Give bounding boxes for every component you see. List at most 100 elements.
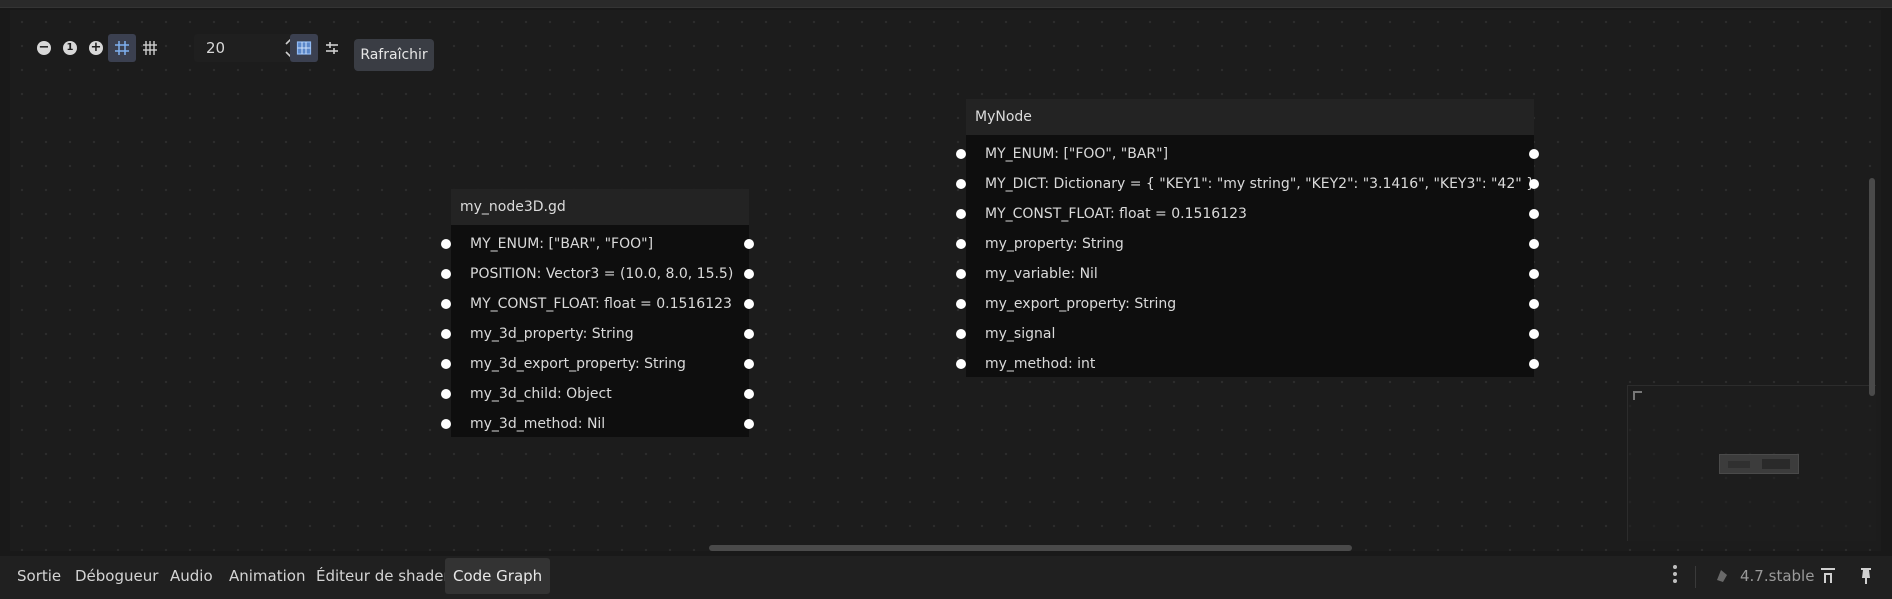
- graph-toolbar: − 1 + 20 Rafraîchir: [24, 22, 434, 71]
- output-port[interactable]: [744, 329, 754, 339]
- arrange-nodes-button[interactable]: [318, 34, 346, 62]
- node-title[interactable]: my_node3D.gd: [451, 189, 749, 225]
- tab-editeur-de-shader[interactable]: Éditeur de shader: [308, 558, 458, 594]
- zoom-out-button[interactable]: −: [30, 34, 58, 62]
- output-port[interactable]: [1529, 269, 1539, 279]
- input-port[interactable]: [956, 239, 966, 249]
- more-options-icon[interactable]: [1673, 565, 1677, 587]
- expand-panel-icon[interactable]: [1818, 566, 1838, 586]
- row-label: my_property: String: [985, 236, 1124, 252]
- row-label: my_method: int: [985, 356, 1096, 372]
- output-port[interactable]: [1529, 149, 1539, 159]
- node-row: my_3d_export_property: String: [441, 349, 754, 379]
- grid-pattern-button[interactable]: [136, 34, 164, 62]
- row-label: MY_CONST_FLOAT: float = 0.1516123: [470, 296, 732, 312]
- tab-sortie[interactable]: Sortie: [9, 558, 69, 594]
- input-port[interactable]: [441, 269, 451, 279]
- refresh-button[interactable]: Rafraîchir: [354, 39, 434, 71]
- zoom-in-button[interactable]: +: [82, 34, 110, 62]
- version-label: 4.7.stable: [1740, 567, 1815, 585]
- graph-node-my-node3d[interactable]: my_node3D.gd MY_ENUM: ["BAR", "FOO"] POS…: [441, 189, 754, 439]
- row-label: my_3d_export_property: String: [470, 356, 686, 372]
- node-row: my_method: int: [956, 349, 1539, 379]
- input-port[interactable]: [441, 329, 451, 339]
- zoom-reset-button[interactable]: 1: [56, 34, 84, 62]
- row-label: MY_ENUM: ["BAR", "FOO"]: [470, 236, 654, 252]
- output-port[interactable]: [1529, 329, 1539, 339]
- output-port[interactable]: [1529, 179, 1539, 189]
- input-port[interactable]: [956, 179, 966, 189]
- output-port[interactable]: [1529, 209, 1539, 219]
- snap-grid-icon: [115, 41, 129, 55]
- zoom-reset-label: 1: [63, 41, 77, 55]
- snap-distance-spinbox[interactable]: 20: [194, 34, 299, 62]
- minus-circle-icon: −: [37, 40, 51, 55]
- node-row: MY_ENUM: ["FOO", "BAR"]: [956, 139, 1539, 169]
- output-port[interactable]: [1529, 359, 1539, 369]
- output-port[interactable]: [744, 419, 754, 429]
- node-row: my_variable: Nil: [956, 259, 1539, 289]
- tab-animation[interactable]: Animation: [221, 558, 313, 594]
- graph-panel[interactable]: − 1 + 20 Rafraîchir my_node3D.gd MY_ENUM…: [10, 10, 1881, 551]
- output-port[interactable]: [744, 389, 754, 399]
- node-title[interactable]: MyNode: [966, 99, 1534, 135]
- tab-debogueur[interactable]: Débogueur: [67, 558, 166, 594]
- input-port[interactable]: [956, 299, 966, 309]
- row-label: my_export_property: String: [985, 296, 1177, 312]
- separator: [1695, 566, 1696, 588]
- input-port[interactable]: [441, 419, 451, 429]
- node-row: my_3d_property: String: [441, 319, 754, 349]
- bell-icon[interactable]: [1712, 566, 1732, 586]
- input-port[interactable]: [441, 299, 451, 309]
- pin-icon[interactable]: [1856, 566, 1876, 586]
- input-port[interactable]: [956, 149, 966, 159]
- output-port[interactable]: [1529, 239, 1539, 249]
- node-row: MY_CONST_FLOAT: float = 0.1516123: [956, 199, 1539, 229]
- row-label: my_3d_method: Nil: [470, 416, 606, 432]
- minimap-resize-handle[interactable]: [1633, 391, 1642, 400]
- input-port[interactable]: [956, 269, 966, 279]
- node-row: MY_DICT: Dictionary = { "KEY1": "my stri…: [956, 169, 1539, 199]
- output-port[interactable]: [744, 269, 754, 279]
- node-row: POSITION: Vector3 = (10.0, 8.0, 15.5): [441, 259, 754, 289]
- node-row: my_3d_child: Object: [441, 379, 754, 409]
- node-row: my_export_property: String: [956, 289, 1539, 319]
- node-row: my_signal: [956, 319, 1539, 349]
- minimap-node: [1719, 454, 1799, 474]
- tab-audio[interactable]: Audio: [162, 558, 221, 594]
- row-label: my_3d_child: Object: [470, 386, 612, 402]
- grid-icon: [143, 41, 157, 55]
- input-port[interactable]: [956, 329, 966, 339]
- input-port[interactable]: [441, 359, 451, 369]
- node-row: MY_CONST_FLOAT: float = 0.1516123: [441, 289, 754, 319]
- tab-code-graph[interactable]: Code Graph: [445, 558, 551, 594]
- graph-node-mynode[interactable]: MyNode MY_ENUM: ["FOO", "BAR"] MY_DICT: …: [956, 99, 1539, 379]
- output-port[interactable]: [744, 359, 754, 369]
- horizontal-scrollbar[interactable]: [709, 545, 1352, 551]
- output-port[interactable]: [1529, 299, 1539, 309]
- row-label: my_variable: Nil: [985, 266, 1098, 282]
- minimap-toggle-button[interactable]: [290, 34, 318, 62]
- input-port[interactable]: [956, 359, 966, 369]
- minimap[interactable]: [1627, 385, 1876, 541]
- arrange-icon: [326, 42, 338, 54]
- row-label: MY_CONST_FLOAT: float = 0.1516123: [985, 206, 1247, 222]
- output-port[interactable]: [744, 239, 754, 249]
- node-row: my_3d_method: Nil: [441, 409, 754, 439]
- row-label: POSITION: Vector3 = (10.0, 8.0, 15.5): [470, 266, 734, 282]
- top-edge: [0, 0, 1892, 8]
- row-label: MY_DICT: Dictionary = { "KEY1": "my stri…: [985, 176, 1536, 192]
- vertical-scrollbar[interactable]: [1869, 178, 1875, 396]
- input-port[interactable]: [441, 389, 451, 399]
- input-port[interactable]: [956, 209, 966, 219]
- node-row: MY_ENUM: ["BAR", "FOO"]: [441, 229, 754, 259]
- row-label: my_signal: [985, 326, 1056, 342]
- plus-circle-icon: +: [89, 40, 103, 55]
- minimap-icon: [296, 41, 312, 55]
- input-port[interactable]: [441, 239, 451, 249]
- bottom-panel-bar: Sortie Débogueur Audio Animation Éditeur…: [0, 556, 1892, 599]
- output-port[interactable]: [744, 299, 754, 309]
- snap-toggle-button[interactable]: [108, 34, 136, 62]
- row-label: my_3d_property: String: [470, 326, 634, 342]
- row-label: MY_ENUM: ["FOO", "BAR"]: [985, 146, 1169, 162]
